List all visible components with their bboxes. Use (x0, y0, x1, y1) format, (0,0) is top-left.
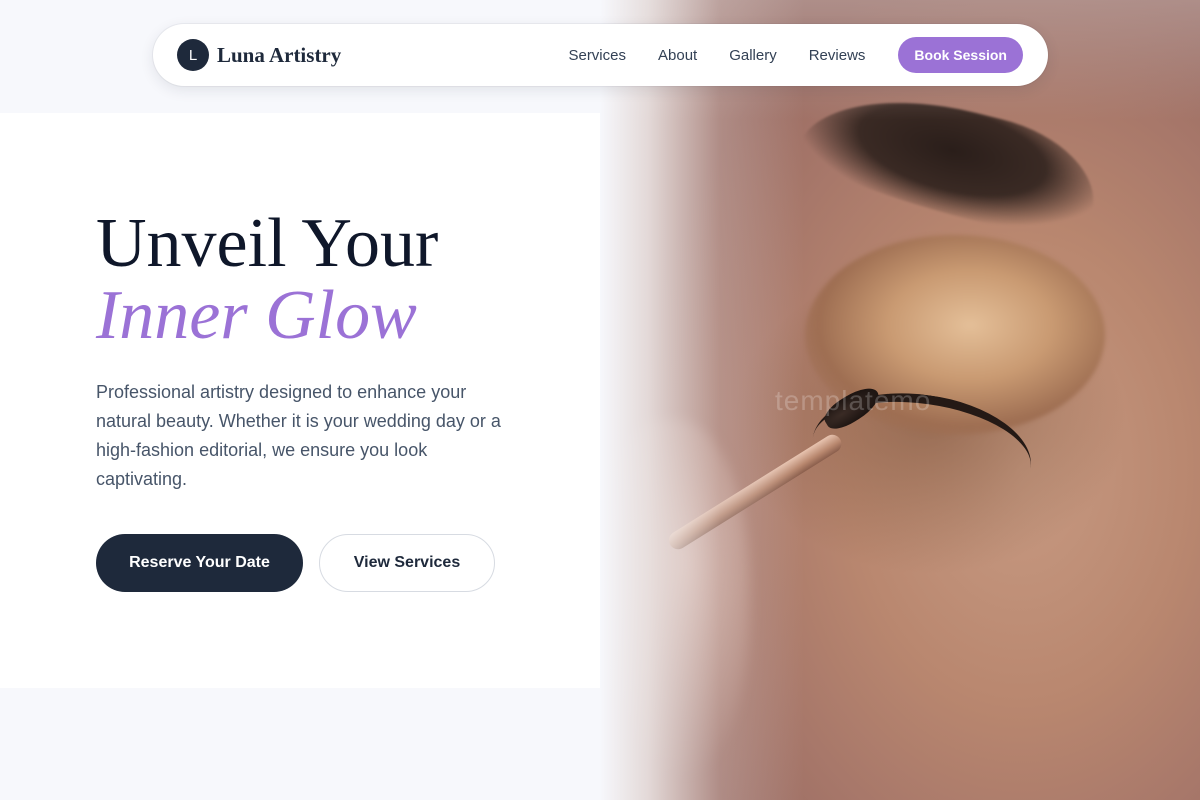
nav-links: Services About Gallery Reviews (568, 47, 865, 64)
headline-line-2: Inner Glow (96, 277, 417, 354)
view-services-button[interactable]: View Services (319, 534, 495, 592)
nav-link-gallery[interactable]: Gallery (729, 47, 777, 64)
hero-headline: Unveil Your Inner Glow (96, 208, 438, 352)
hero-description: Professional artistry designed to enhanc… (96, 382, 501, 489)
nav-link-services[interactable]: Services (568, 47, 626, 64)
nav-link-about[interactable]: About (658, 47, 697, 64)
brand-name: Luna Artistry (217, 42, 342, 67)
top-navbar: L Luna Artistry Services About Gallery R… (153, 24, 1048, 86)
headline-line-1: Unveil Your (96, 205, 439, 282)
monogram-circle-icon: L (177, 39, 209, 71)
book-session-button[interactable]: Book Session (898, 37, 1023, 73)
reserve-date-button[interactable]: Reserve Your Date (96, 534, 303, 592)
brand-logo-link[interactable]: L Luna Artistry (177, 39, 341, 71)
hero-image: templatemo (600, 0, 1200, 800)
nav-link-reviews[interactable]: Reviews (809, 47, 866, 64)
image-watermark: templatemo (775, 385, 932, 416)
